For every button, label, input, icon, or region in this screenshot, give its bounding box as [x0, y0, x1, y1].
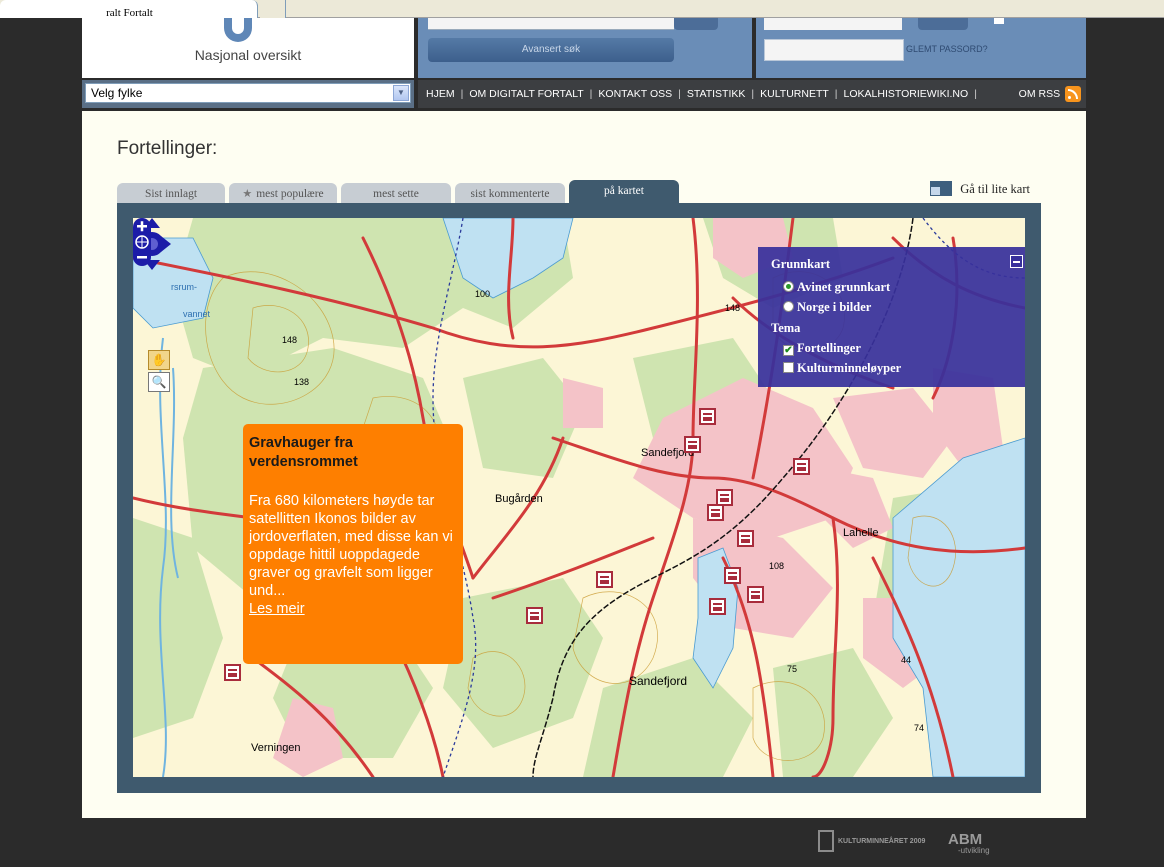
- county-select-value: Velg fylke: [91, 86, 143, 100]
- minimize-icon[interactable]: [1010, 255, 1023, 268]
- chevron-down-icon[interactable]: ▼: [393, 85, 409, 101]
- elevation-label: 44: [901, 655, 912, 665]
- nav-item-statistikk[interactable]: STATISTIKK: [687, 88, 746, 100]
- county-select-wrapper: Velg fylke ▼: [82, 80, 414, 108]
- login-area: GLEMT PASSORD?: [756, 18, 1086, 78]
- site-logo-text: Nasjonal oversikt: [194, 47, 302, 63]
- login-button[interactable]: [918, 18, 968, 30]
- water-label: rsrum-: [171, 282, 197, 292]
- search-area: Avansert søk: [418, 18, 752, 78]
- basemap-heading: Grunnkart: [771, 257, 831, 271]
- main-nav: HJEM | OM DIGITALT FORTALT | KONTAKT OSS | STA…: [418, 80, 1086, 108]
- tab-mest-populaere[interactable]: ★ mest populære: [229, 183, 337, 203]
- search-button[interactable]: [674, 18, 718, 30]
- elevation-label: 148: [725, 303, 741, 313]
- theme-option-fortellinger[interactable]: ✔ Fortellinger: [771, 338, 1013, 358]
- story-popup: Gravhauger fra verdensrommet Fra 680 kil…: [243, 424, 463, 664]
- zoom-control-icon[interactable]: [133, 218, 151, 266]
- tab-sist-kommenterte[interactable]: sist kommenterte: [455, 183, 565, 203]
- layer-switcher: Grunnkart Avinet grunnkart Norge i bilde…: [758, 247, 1025, 387]
- read-more-link[interactable]: Les meir: [249, 600, 457, 618]
- story-marker-icon[interactable]: [737, 530, 754, 547]
- theme-label: Kulturminneløyper: [797, 361, 902, 375]
- theme-label: Fortellinger: [797, 341, 861, 355]
- elevation-label: 108: [769, 561, 785, 571]
- browser-tab-blank[interactable]: [260, 0, 286, 18]
- place-label: Verningen: [251, 742, 301, 754]
- browser-tab[interactable]: ralt Fortalt: [0, 0, 258, 19]
- elevation-label: 74: [914, 723, 925, 733]
- remember-checkbox[interactable]: [994, 18, 1004, 24]
- county-select[interactable]: Velg fylke ▼: [85, 83, 411, 103]
- basemap-label: Norge i bilder: [797, 300, 872, 314]
- story-marker-icon[interactable]: [224, 664, 241, 681]
- browser-chrome: ralt Fortalt: [0, 0, 1164, 19]
- story-marker-icon[interactable]: [699, 408, 716, 425]
- elevation-label: 75: [787, 664, 798, 674]
- rss-label: OM RSS: [1018, 88, 1061, 100]
- elevation-label: 148: [282, 335, 298, 345]
- tab-mest-sette[interactable]: mest sette: [341, 183, 451, 203]
- theme-option-kulturminneloyper[interactable]: Kulturminneløyper: [771, 358, 1013, 378]
- zoom-box-icon[interactable]: 🔍: [148, 372, 170, 392]
- story-marker-icon[interactable]: [707, 504, 724, 521]
- star-icon: ★: [242, 188, 253, 200]
- story-marker-icon[interactable]: [747, 586, 764, 603]
- site-logo-area[interactable]: Nasjonal oversikt: [82, 18, 414, 78]
- abm-logo[interactable]: ABM -utvikling: [948, 831, 990, 855]
- popup-text: Fra 680 kilometers høyde tar satellitten…: [249, 493, 453, 599]
- site-logo-icon: [224, 18, 252, 42]
- map-frame: Sandefjord Sandefjord Bugården Lahelle V…: [117, 203, 1041, 793]
- place-label: Sandefjord: [629, 674, 688, 688]
- basemap-label: Avinet grunnkart: [797, 280, 891, 294]
- basemap-option-norge[interactable]: Norge i bilder: [771, 297, 1013, 317]
- story-marker-icon[interactable]: [526, 607, 543, 624]
- story-marker-icon[interactable]: [684, 436, 701, 453]
- small-map-link[interactable]: Gå til lite kart: [930, 181, 1030, 197]
- basemap-option-avinet[interactable]: Avinet grunnkart: [771, 277, 1013, 297]
- water-label: vannet: [183, 309, 211, 319]
- theme-heading: Tema: [771, 321, 801, 335]
- nav-item-om[interactable]: OM DIGITALT FORTALT: [469, 88, 583, 100]
- username-field[interactable]: [764, 18, 902, 30]
- kulturminnearet-logo[interactable]: KULTURMINNEÅRET 2009: [818, 830, 925, 852]
- kulturminnearet-text: KULTURMINNEÅRET 2009: [838, 837, 926, 845]
- elevation-label: 138: [294, 377, 310, 387]
- place-label: Lahelle: [843, 527, 879, 539]
- rss-link[interactable]: OM RSS: [1019, 85, 1081, 103]
- abm-sub: -utvikling: [958, 846, 990, 855]
- radio-selected-icon[interactable]: [783, 281, 794, 292]
- password-field[interactable]: [764, 39, 904, 61]
- nav-item-kontakt[interactable]: KONTAKT OSS: [598, 88, 672, 100]
- map-size-icon: [930, 181, 953, 196]
- nav-item-kulturnett[interactable]: KULTURNETT: [760, 88, 829, 100]
- hand-tool-icon[interactable]: ✋: [148, 350, 170, 370]
- story-marker-icon[interactable]: [709, 598, 726, 615]
- story-marker-icon[interactable]: [724, 567, 741, 584]
- nav-item-hjem[interactable]: HJEM: [426, 88, 455, 100]
- rss-icon: [1065, 86, 1081, 103]
- map-canvas[interactable]: Sandefjord Sandefjord Bugården Lahelle V…: [133, 218, 1025, 777]
- checkbox-icon[interactable]: [783, 362, 794, 373]
- nav-item-lokalhistoriewiki[interactable]: LOKALHISTORIEWIKI.NO: [844, 88, 969, 100]
- kulturminnearet-icon: [818, 830, 834, 852]
- forgot-password-link[interactable]: GLEMT PASSORD?: [906, 44, 988, 54]
- advanced-search-button[interactable]: Avansert søk: [428, 38, 674, 62]
- search-input[interactable]: [428, 18, 674, 30]
- popup-title: Gravhauger fra verdensrommet: [249, 435, 358, 470]
- tab-pa-kartet[interactable]: på kartet: [569, 180, 679, 203]
- elevation-label: 100: [475, 289, 491, 299]
- story-marker-icon[interactable]: [793, 458, 810, 475]
- main-content: Fortellinger: Sist innlagt ★ mest populær…: [82, 111, 1086, 818]
- story-marker-icon[interactable]: [596, 571, 613, 588]
- tab-sist-innlagt[interactable]: Sist innlagt: [117, 183, 225, 203]
- checkbox-checked-icon[interactable]: ✔: [783, 345, 794, 356]
- small-map-label: Gå til lite kart: [960, 182, 1030, 196]
- tab-label: mest populære: [256, 188, 324, 200]
- radio-icon[interactable]: [783, 301, 794, 312]
- page-title: Fortellinger:: [117, 138, 218, 159]
- place-label: Bugården: [495, 493, 543, 505]
